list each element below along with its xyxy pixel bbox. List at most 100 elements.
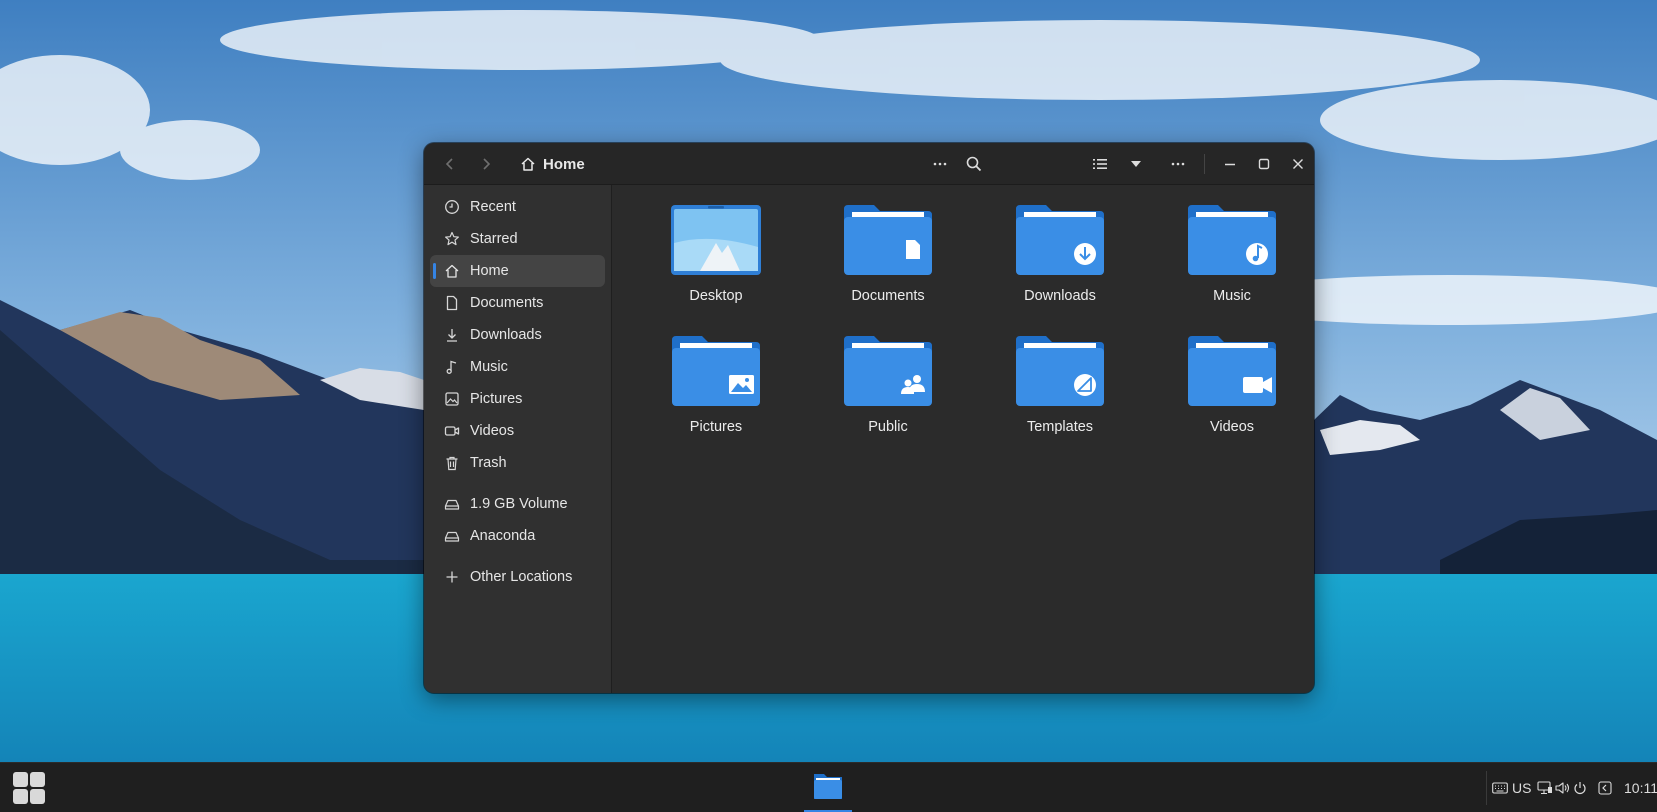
download-icon <box>447 329 457 342</box>
file-item-videos[interactable]: Videos <box>1146 334 1314 465</box>
file-item-pictures[interactable]: Pictures <box>630 334 802 465</box>
document-icon <box>446 295 458 311</box>
file-item-label: Music <box>1213 288 1251 304</box>
keyboard-layout-label: US <box>1512 780 1532 796</box>
forward-button[interactable] <box>472 150 500 178</box>
taskbar: US 10:11 <box>0 762 1657 812</box>
volume-icon <box>1555 782 1570 794</box>
sidebar-item-label: Documents <box>470 295 544 311</box>
sidebar-item-label: Videos <box>470 423 515 439</box>
sidebar-item-label: Music <box>470 359 508 375</box>
drive-icon <box>444 531 460 542</box>
sidebar-item-label: Starred <box>470 231 518 247</box>
notifications-button[interactable] <box>1598 763 1612 812</box>
main-menu-button[interactable] <box>1164 150 1192 178</box>
keyboard-icon <box>1492 782 1508 794</box>
sidebar-item-label: Other Locations <box>470 569 573 585</box>
sidebar-item-downloads[interactable]: Downloads <box>430 319 605 351</box>
sidebar-item-label: Recent <box>470 199 516 215</box>
sidebar-item-label: Trash <box>470 455 507 471</box>
file-item-label: Public <box>868 419 908 435</box>
sidebar: Recent Starred Home Documents Downloads … <box>424 185 612 693</box>
home-icon <box>445 264 459 278</box>
drive-icon <box>444 499 460 510</box>
maximize-button[interactable] <box>1250 150 1278 178</box>
home-icon <box>521 157 535 171</box>
downloads-folder-icon <box>1016 205 1104 275</box>
sidebar-item-label: Pictures <box>470 391 523 407</box>
file-item-label: Documents <box>851 288 925 304</box>
sidebar-item-videos[interactable]: Videos <box>430 415 605 447</box>
file-item-music[interactable]: Music <box>1146 203 1314 334</box>
sidebar-item-label: Home <box>470 263 509 279</box>
clock-icon <box>445 200 459 214</box>
sidebar-item-home[interactable]: Home <box>430 255 605 287</box>
sidebar-item-anaconda[interactable]: Anaconda <box>430 520 605 552</box>
search-icon <box>966 156 982 172</box>
start-menu-button[interactable] <box>12 771 46 805</box>
sidebar-item-recent[interactable]: Recent <box>430 191 605 223</box>
network-wired-icon <box>1537 781 1552 795</box>
file-item-label: Downloads <box>1024 288 1096 304</box>
file-view: Desktop Documents Downloads Music Pictur… <box>613 185 1314 693</box>
file-grid: Desktop Documents Downloads Music Pictur… <box>630 203 1314 465</box>
path-more-button[interactable] <box>926 150 954 178</box>
sidebar-item-starred[interactable]: Starred <box>430 223 605 255</box>
file-item-desktop[interactable]: Desktop <box>630 203 802 334</box>
sidebar-item-label: Anaconda <box>470 528 536 544</box>
file-item-label: Videos <box>1209 419 1255 435</box>
pictures-folder-icon <box>672 336 760 406</box>
taskbar-files-app[interactable] <box>804 763 852 812</box>
documents-folder-icon <box>844 205 932 275</box>
templates-folder-icon <box>1016 336 1104 406</box>
picture-icon <box>445 392 459 406</box>
tray-separator <box>1486 771 1487 805</box>
more-icon <box>933 162 947 166</box>
file-item-label: Pictures <box>689 419 743 435</box>
sidebar-item-label: 1.9 GB Volume <box>470 496 568 512</box>
plus-icon <box>446 571 458 583</box>
system-status-area[interactable] <box>1537 763 1587 812</box>
view-options-button[interactable] <box>1122 150 1150 178</box>
forward-icon <box>483 158 491 170</box>
header-separator <box>1204 154 1205 174</box>
power-icon <box>1574 782 1586 795</box>
location-title: Home <box>543 155 585 173</box>
desktop-folder-icon <box>671 205 761 275</box>
public-folder-icon <box>844 336 932 406</box>
header-bar: Home <box>424 143 1314 185</box>
trash-icon <box>446 456 458 471</box>
maximize-icon <box>1258 158 1270 170</box>
file-item-templates[interactable]: Templates <box>974 334 1146 465</box>
start-menu-icon <box>13 772 45 804</box>
star-icon <box>445 231 459 246</box>
file-item-public[interactable]: Public <box>802 334 974 465</box>
sidebar-item-trash[interactable]: Trash <box>430 447 605 479</box>
music-icon <box>446 360 457 374</box>
file-manager-window: Home Recent Starred Home Documents Downl… <box>424 143 1314 693</box>
file-item-downloads[interactable]: Downloads <box>974 203 1146 334</box>
sidebar-item-volume[interactable]: 1.9 GB Volume <box>430 488 605 520</box>
search-button[interactable] <box>960 150 988 178</box>
location-breadcrumb[interactable]: Home <box>520 150 585 178</box>
chevron-left-icon <box>1598 781 1612 795</box>
video-icon <box>444 426 460 436</box>
minimize-button[interactable] <box>1216 150 1244 178</box>
file-item-label: Desktop <box>689 288 743 304</box>
keyboard-layout-indicator[interactable]: US <box>1492 763 1531 812</box>
view-options-icon <box>1131 161 1141 167</box>
file-item-documents[interactable]: Documents <box>802 203 974 334</box>
close-button[interactable] <box>1284 150 1312 178</box>
file-item-label: Templates <box>1026 419 1094 435</box>
minimize-icon <box>1225 163 1235 166</box>
sidebar-item-music[interactable]: Music <box>430 351 605 383</box>
videos-folder-icon <box>1188 336 1276 406</box>
sidebar-item-documents[interactable]: Documents <box>430 287 605 319</box>
sidebar-item-other-locations[interactable]: Other Locations <box>430 561 605 593</box>
clock-time: 10:11 <box>1624 780 1657 796</box>
clock[interactable]: 10:11 <box>1624 763 1657 812</box>
sidebar-item-pictures[interactable]: Pictures <box>430 383 605 415</box>
back-icon <box>445 158 453 170</box>
list-view-button[interactable] <box>1086 150 1114 178</box>
back-button[interactable] <box>436 150 464 178</box>
